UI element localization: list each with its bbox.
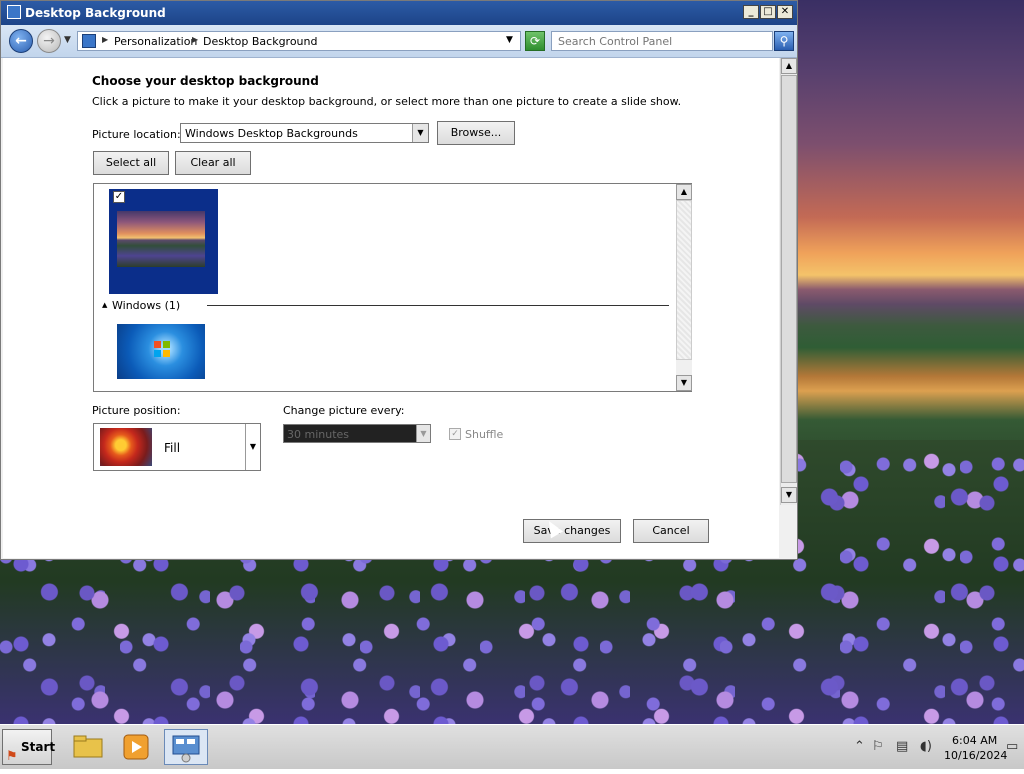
start-label: Start bbox=[21, 740, 56, 754]
flag-icon[interactable]: ⚐ bbox=[872, 739, 884, 754]
volume-icon[interactable]: ◖) bbox=[920, 739, 932, 754]
scroll-thumb[interactable] bbox=[676, 200, 692, 360]
desktop-background-window: Desktop Background _ □ ✕ ← → ▼ ▶ Persona… bbox=[0, 0, 798, 560]
forward-arrow-icon: → bbox=[43, 33, 55, 49]
scroll-down-icon[interactable]: ▼ bbox=[781, 487, 797, 503]
group-header-windows[interactable]: Windows (1) bbox=[112, 299, 180, 312]
shuffle-label: Shuffle bbox=[465, 428, 504, 441]
cancel-button[interactable]: Cancel bbox=[633, 519, 709, 543]
chevron-down-icon[interactable]: ▼ bbox=[416, 425, 430, 442]
chevron-down-icon[interactable]: ▼ bbox=[412, 124, 428, 142]
forward-button[interactable]: → bbox=[37, 29, 61, 53]
shuffle-checkbox[interactable]: ✓ bbox=[449, 428, 461, 440]
control-panel-icon bbox=[7, 5, 21, 19]
notification-area: ⌃ ⚐ ▤ ◖) 6:04 AM 10/16/2024 ▭ bbox=[846, 729, 1024, 765]
search-box[interactable] bbox=[551, 31, 782, 51]
control-panel-taskbar-button[interactable] bbox=[164, 729, 208, 765]
select-all-button[interactable]: Select all bbox=[93, 151, 169, 175]
flower-thumbnail bbox=[100, 428, 152, 466]
close-button[interactable]: ✕ bbox=[777, 5, 793, 19]
windows-logo-icon bbox=[154, 341, 170, 357]
chevron-down-icon: ▼ bbox=[64, 35, 71, 45]
checkbox-icon[interactable]: ✓ bbox=[113, 191, 125, 203]
clock-date[interactable]: 10/16/2024 bbox=[944, 749, 1007, 762]
refresh-icon: ⟳ bbox=[529, 34, 541, 48]
save-changes-button[interactable]: Save changes bbox=[523, 519, 621, 543]
refresh-button[interactable]: ⟳ bbox=[525, 31, 545, 51]
content-area: Choose your desktop background Click a p… bbox=[3, 58, 779, 558]
minimize-button[interactable]: _ bbox=[743, 5, 759, 19]
recent-pages-button[interactable]: ▼ bbox=[64, 35, 71, 45]
picture-location-value: Windows Desktop Backgrounds bbox=[185, 127, 358, 140]
collapse-arrow-icon[interactable]: ▲ bbox=[102, 301, 107, 309]
page-title: Choose your desktop background bbox=[92, 74, 319, 88]
breadcrumb-desktop-background[interactable]: Desktop Background bbox=[203, 35, 318, 48]
scroll-down-icon[interactable]: ▼ bbox=[676, 375, 692, 391]
clear-all-button[interactable]: Clear all bbox=[175, 151, 251, 175]
start-button[interactable]: ⚑ Start bbox=[2, 729, 56, 765]
group-divider bbox=[207, 305, 669, 306]
landscape-thumbnail bbox=[117, 211, 205, 267]
taskbar: ⚑ Start ⌃ ⚐ ▤ ◖) 6:04 AM 10/16/2024 ▭ bbox=[0, 724, 1024, 769]
search-input[interactable] bbox=[552, 32, 782, 50]
back-button[interactable]: ← bbox=[9, 29, 33, 53]
breadcrumb-arrow-icon[interactable]: ▶ bbox=[102, 35, 108, 44]
explorer-taskbar-button[interactable] bbox=[66, 729, 110, 765]
picture-position-select[interactable]: Fill ▼ bbox=[93, 423, 261, 471]
scroll-up-icon[interactable]: ▲ bbox=[781, 58, 797, 74]
change-picture-label: Change picture every: bbox=[283, 404, 405, 417]
address-toolbar: ← → ▼ ▶ Personalization ▶ Desktop Backgr… bbox=[1, 25, 797, 58]
change-picture-value: 30 minutes bbox=[287, 428, 350, 441]
address-dropdown-icon[interactable]: ▼ bbox=[506, 35, 513, 45]
picture-tile-selected[interactable]: ✓ bbox=[109, 189, 218, 294]
picture-position-label: Picture position: bbox=[92, 404, 181, 417]
network-icon[interactable]: ▤ bbox=[896, 739, 908, 754]
breadcrumb-arrow-icon[interactable]: ▶ bbox=[192, 35, 198, 44]
windows-logo-icon: ⚑ bbox=[6, 749, 18, 764]
title-bar[interactable]: Desktop Background _ □ ✕ bbox=[1, 1, 797, 25]
windows-thumbnail[interactable] bbox=[117, 324, 205, 379]
picture-location-label: Picture location: bbox=[92, 128, 181, 141]
control-panel-app-icon bbox=[172, 735, 200, 763]
media-player-taskbar-button[interactable] bbox=[114, 729, 158, 765]
scroll-thumb[interactable] bbox=[781, 75, 797, 483]
search-button[interactable]: ⚲ bbox=[774, 31, 794, 51]
breadcrumb-personalization[interactable]: Personalization bbox=[114, 35, 197, 48]
picture-location-select[interactable]: Windows Desktop Backgrounds ▼ bbox=[180, 123, 429, 143]
content-scrollbar[interactable]: ▲ ▼ bbox=[780, 58, 797, 505]
clock-time[interactable]: 6:04 AM bbox=[952, 734, 997, 747]
picture-position-value: Fill bbox=[164, 441, 181, 455]
maximize-button[interactable]: □ bbox=[760, 5, 776, 19]
show-desktop-icon[interactable]: ▭ bbox=[1006, 739, 1018, 754]
folder-icon bbox=[73, 735, 103, 758]
window-title: Desktop Background bbox=[25, 6, 166, 20]
picture-list: ✓ ▲ Windows (1) ▲ ▼ bbox=[93, 183, 692, 392]
control-panel-icon bbox=[82, 34, 96, 48]
search-icon: ⚲ bbox=[779, 34, 789, 48]
back-arrow-icon: ← bbox=[15, 33, 27, 49]
change-picture-select[interactable]: 30 minutes ▼ bbox=[283, 424, 431, 443]
picture-list-scrollbar[interactable]: ▲ ▼ bbox=[676, 184, 692, 391]
page-description: Click a picture to make it your desktop … bbox=[92, 95, 682, 108]
show-hidden-icons-icon[interactable]: ⌃ bbox=[854, 739, 865, 754]
media-player-icon bbox=[123, 734, 149, 760]
chevron-down-icon[interactable]: ▼ bbox=[245, 424, 260, 470]
address-box[interactable]: ▶ Personalization ▶ Desktop Background ▼ bbox=[77, 31, 521, 51]
scroll-up-icon[interactable]: ▲ bbox=[676, 184, 692, 200]
browse-button[interactable]: Browse... bbox=[437, 121, 515, 145]
